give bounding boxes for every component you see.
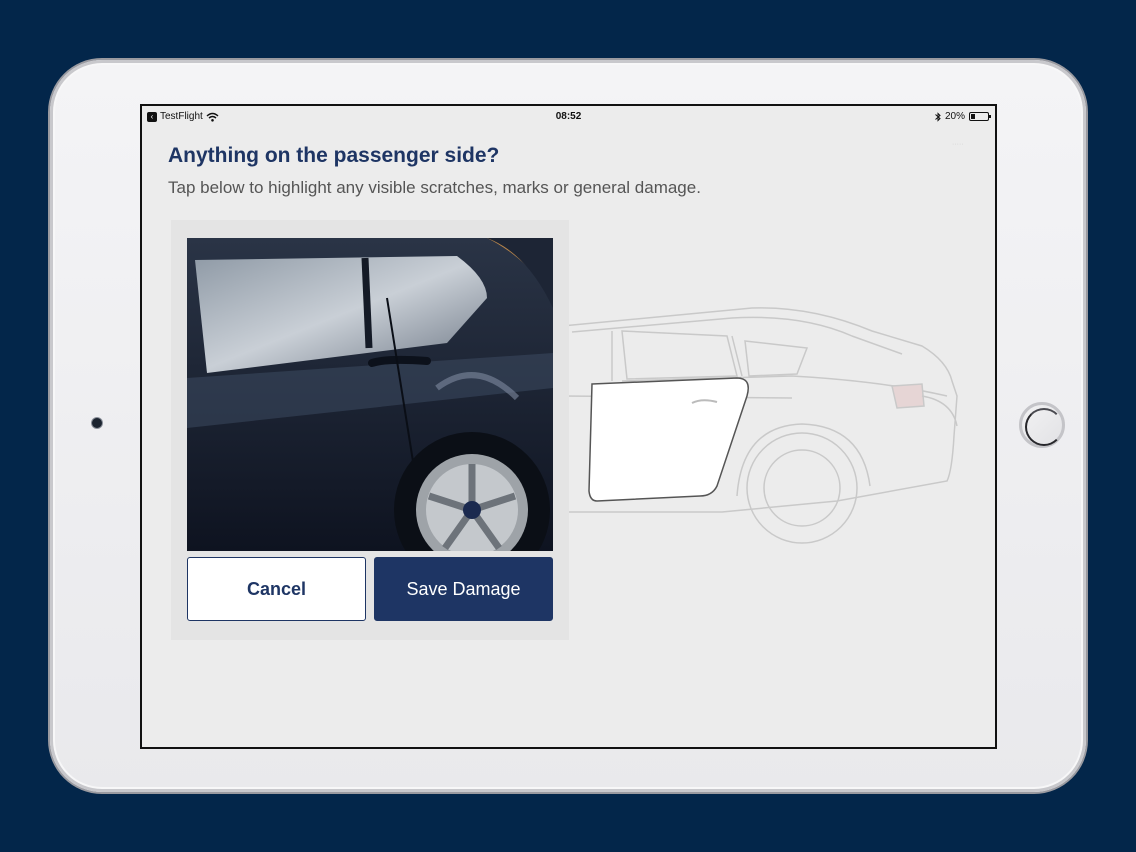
save-damage-button[interactable]: Save Damage [374,557,553,621]
app-screen: ‹ TestFlight 08:52 20% Anything on the p… [140,104,997,749]
front-camera [92,418,102,428]
damage-card: Cancel Save Damage [171,220,569,640]
cancel-button[interactable]: Cancel [187,557,366,621]
page-title: Anything on the passenger side? [168,144,500,167]
car-side-diagram[interactable] [552,286,992,566]
battery-icon [969,112,991,121]
battery-percent: 20% [944,111,965,122]
car-photo-illustration [187,238,553,551]
page-subtitle: Tap below to highlight any visible scrat… [168,178,701,197]
status-bar: ‹ TestFlight 08:52 20% [142,106,995,128]
bluetooth-icon [935,111,941,122]
damage-photo[interactable] [187,238,553,551]
status-time: 08:52 [555,111,582,122]
home-button[interactable] [1019,402,1065,448]
status-right: 20% [935,111,991,122]
faint-mark: ····· [952,141,964,148]
